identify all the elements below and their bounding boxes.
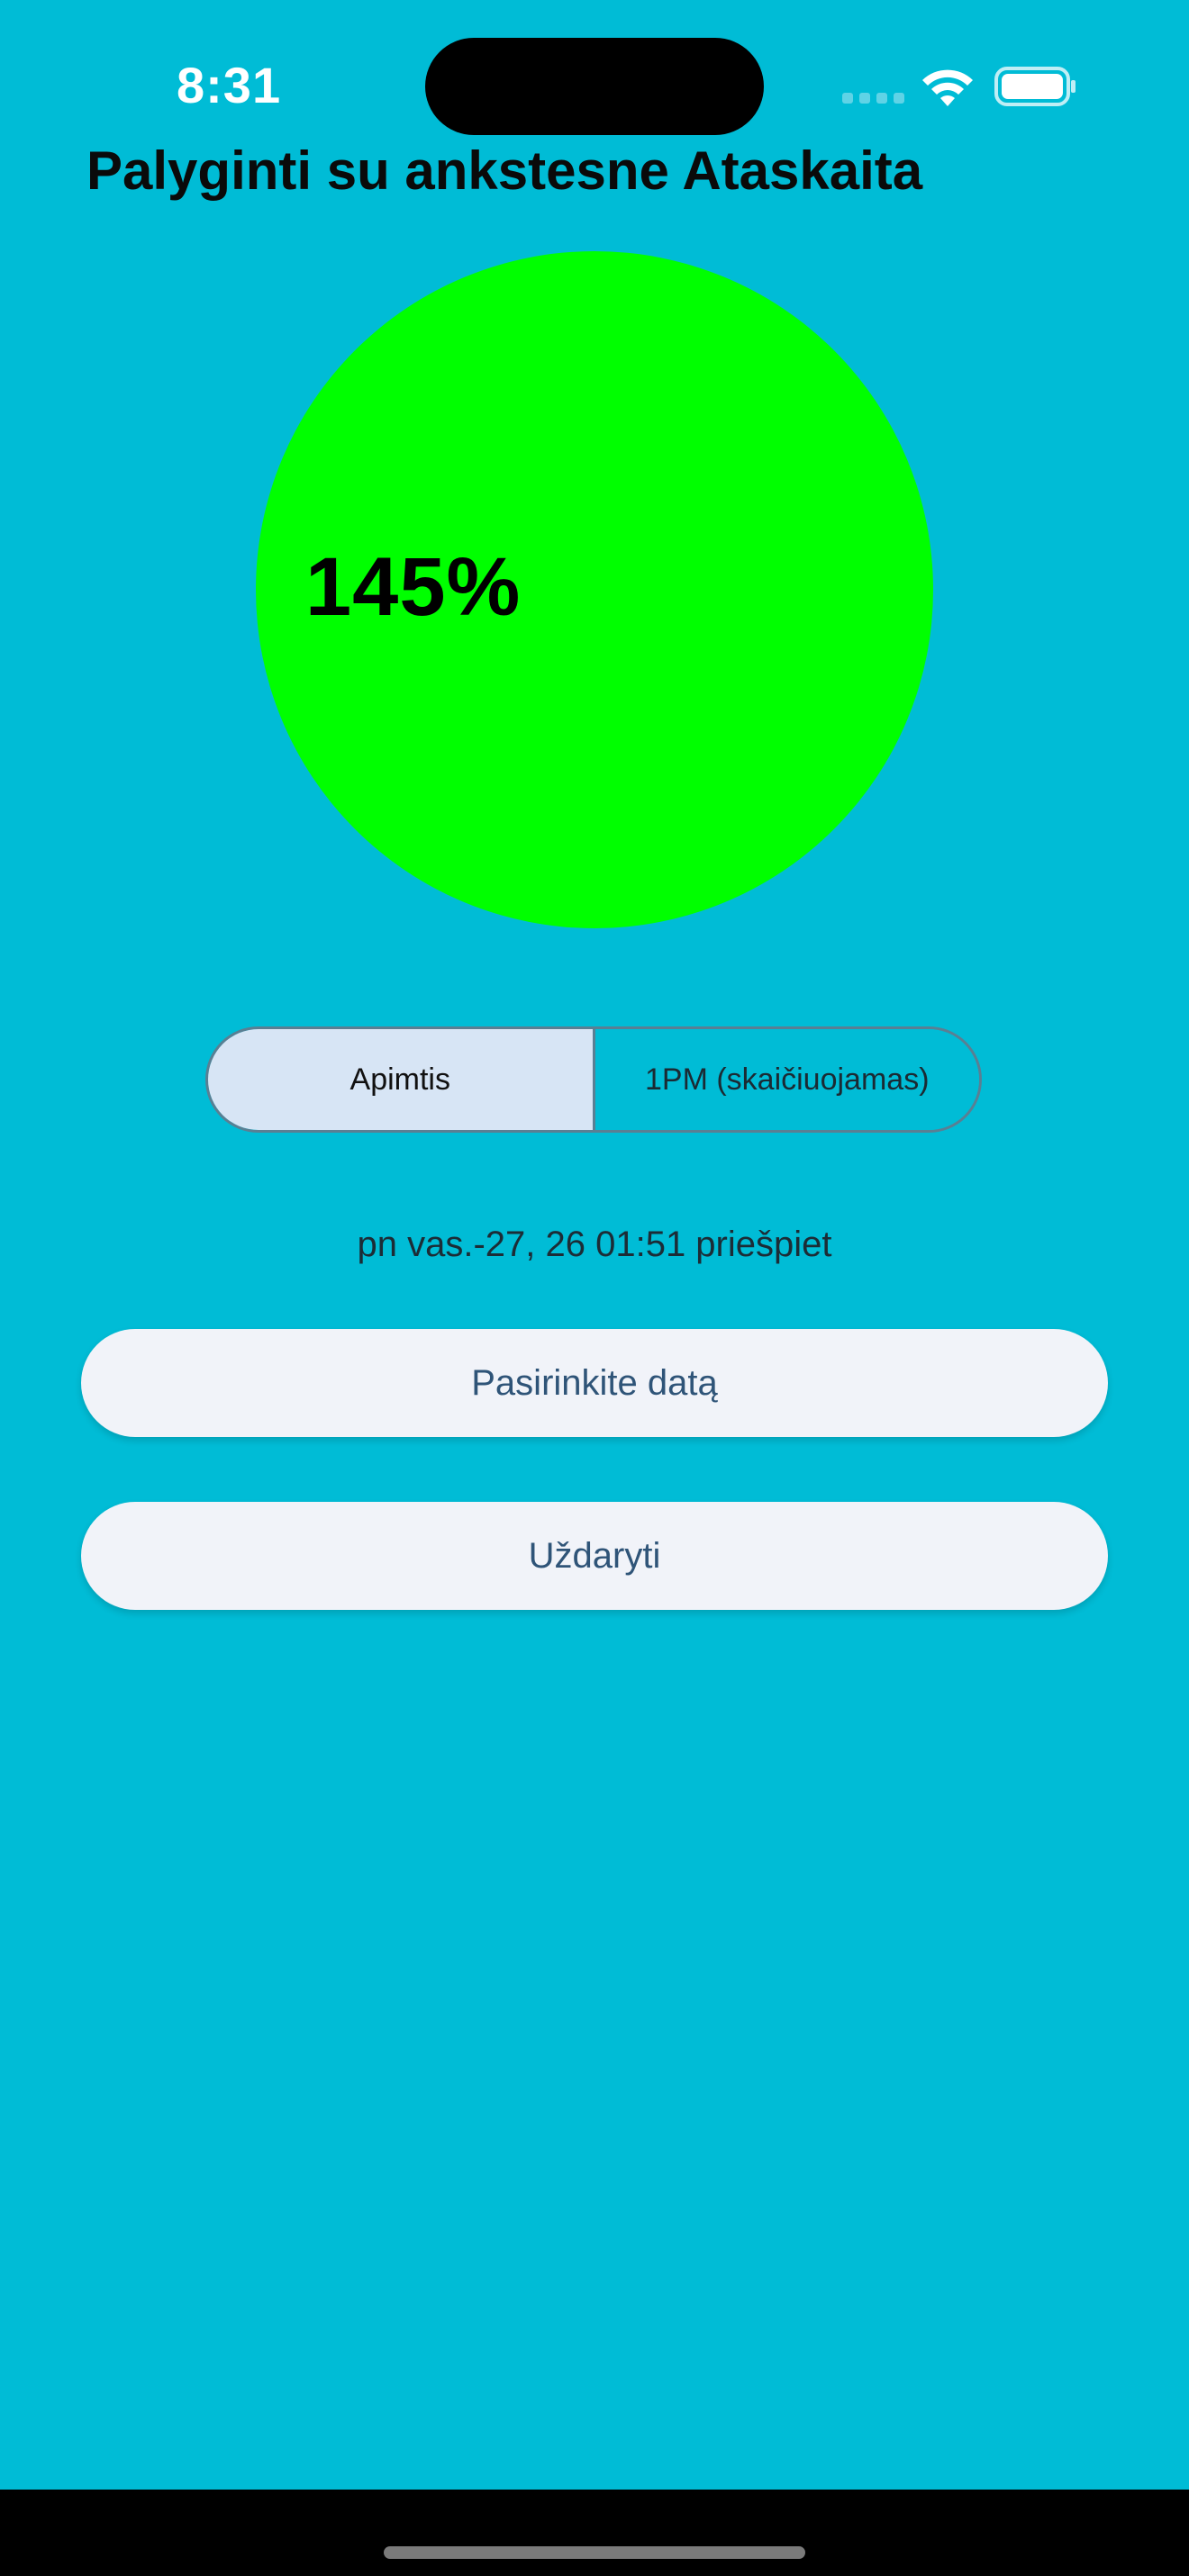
home-indicator[interactable] (384, 2546, 805, 2559)
status-time: 8:31 (177, 57, 282, 113)
status-bar: 8:31 (0, 0, 1189, 135)
metric-segmented-control: Apimtis 1PM (skaičiuojamas) (205, 1026, 982, 1133)
segment-apimtis[interactable]: Apimtis (208, 1029, 595, 1130)
select-date-button[interactable]: Pasirinkite datą (81, 1329, 1108, 1437)
dynamic-island (425, 38, 764, 135)
close-button[interactable]: Uždaryti (81, 1502, 1108, 1610)
page-title: Palyginti su ankstesne Ataskaita (86, 140, 923, 201)
wifi-icon (922, 69, 973, 106)
date-label: pn vas.-27, 26 01:51 priešpiet (357, 1225, 832, 1264)
battery-icon (994, 67, 1076, 106)
segment-1pm[interactable]: 1PM (skaičiuojamas) (594, 1029, 979, 1130)
cellular-signal-icon (842, 93, 904, 104)
gauge-percentage: 145% (305, 541, 522, 633)
bottom-bar (0, 2490, 1189, 2576)
